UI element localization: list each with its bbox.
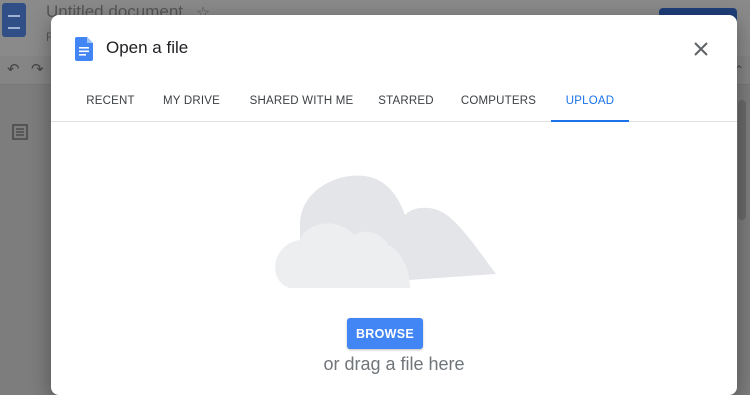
dialog-title: Open a file (106, 38, 189, 57)
tab-recent[interactable]: RECENT (78, 85, 143, 121)
tab-computers[interactable]: COMPUTERS (456, 85, 541, 121)
tab-upload[interactable]: UPLOAD (551, 85, 629, 122)
undo-icon: ↶ (7, 61, 20, 78)
tab-shared-with-me[interactable]: SHARED WITH ME (244, 85, 359, 121)
tab-starred[interactable]: STARRED (371, 85, 441, 121)
cloud-illustration (275, 175, 496, 288)
tab-my-drive[interactable]: MY DRIVE (154, 85, 229, 121)
redo-icon: ↷ (31, 61, 44, 78)
open-file-dialog: Open a file RECENT MY DRIVE SHARED WITH … (51, 15, 737, 395)
browse-button[interactable]: BROWSE (347, 318, 423, 349)
close-icon[interactable] (690, 38, 712, 60)
drag-drop-hint: or drag a file here (323, 354, 465, 374)
docs-file-icon (75, 37, 93, 61)
outline-icon (12, 124, 28, 140)
docs-logo-icon (2, 3, 26, 37)
document-scrollbar (738, 100, 746, 220)
dialog-tabs: RECENT MY DRIVE SHARED WITH ME STARRED C… (51, 85, 737, 122)
